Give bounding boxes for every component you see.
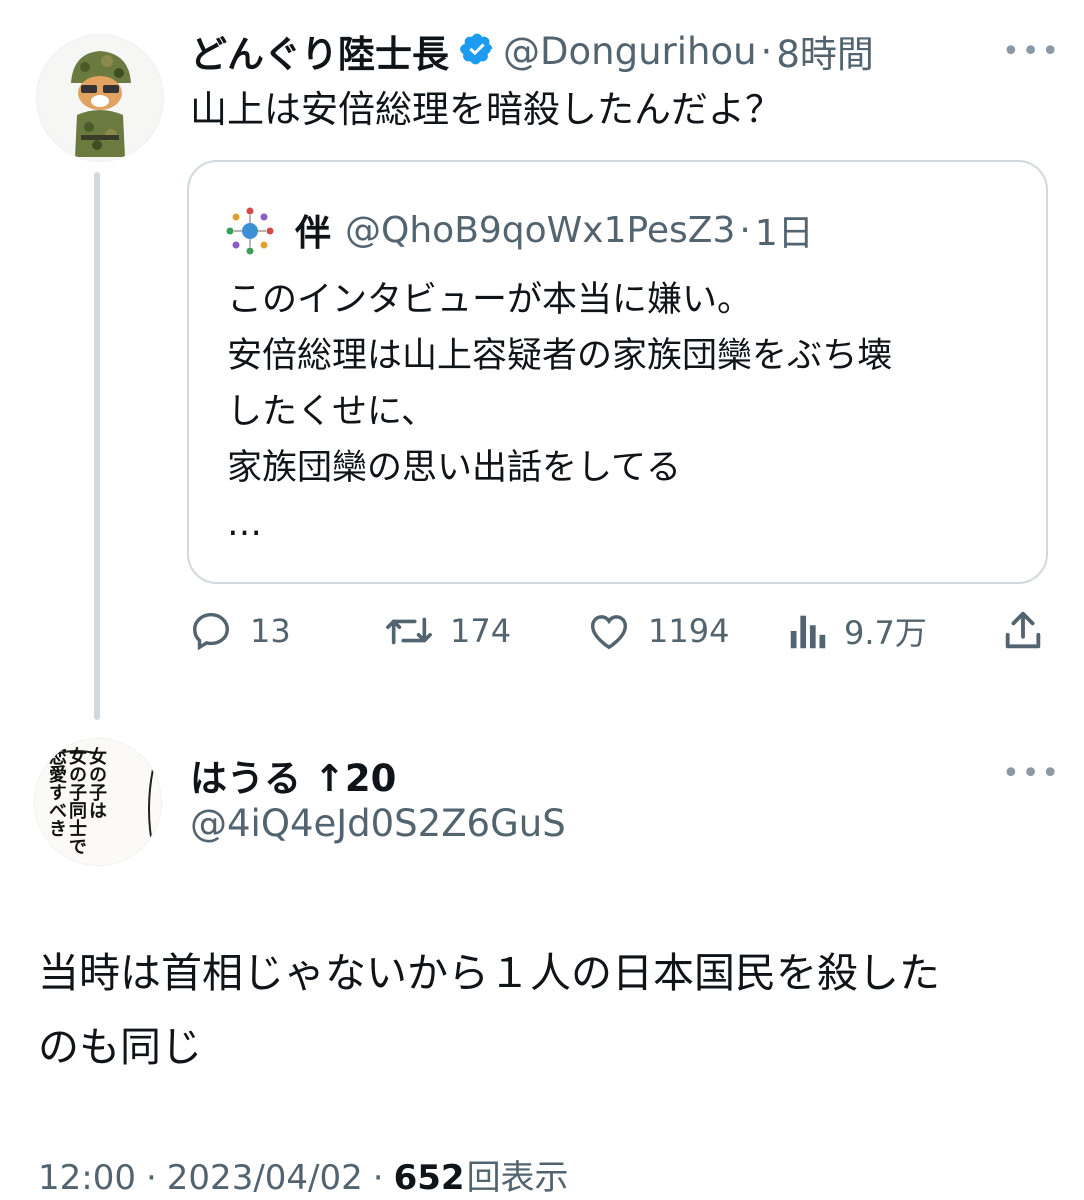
- quoted-display-name[interactable]: 伴: [295, 204, 331, 256]
- reply-more-options-icon[interactable]: •••: [1002, 756, 1061, 791]
- quoted-timestamp[interactable]: 1日: [755, 204, 814, 256]
- separator-dot: ·: [760, 29, 773, 73]
- share-icon: [1005, 611, 1041, 649]
- meta-time[interactable]: 12:00: [38, 1158, 136, 1198]
- reply-display-name[interactable]: はうる ↑20: [190, 748, 396, 802]
- handle[interactable]: @Dongurihou: [503, 30, 757, 73]
- reply-tweet-text: 当時は首相じゃないから１人の日本国民を殺した のも同じ: [38, 936, 1058, 1084]
- soldier-avatar-icon: [37, 35, 163, 161]
- tweet-header: どんぐり陸士長 @Dongurihou · 8時間: [190, 24, 874, 78]
- reply-count: 13: [250, 612, 291, 650]
- people-circle-icon: [226, 207, 274, 255]
- quoted-avatar[interactable]: [225, 206, 275, 256]
- thread-connector-line: [94, 172, 100, 720]
- quoted-handle[interactable]: @QhoB9qoWx1PesZ3: [345, 210, 735, 251]
- share-button[interactable]: [1000, 608, 1046, 654]
- reply-handle[interactable]: @4iQ4eJd0S2Z6GuS: [190, 802, 566, 845]
- retweet-button[interactable]: 174: [384, 608, 511, 654]
- timestamp[interactable]: 8時間: [776, 24, 874, 78]
- views-button[interactable]: 9.7万: [788, 608, 927, 654]
- like-button[interactable]: 1194: [586, 608, 729, 654]
- avatar-caption-line-3: 恋愛すべき: [46, 747, 67, 837]
- retweet-count: 174: [450, 612, 512, 650]
- quoted-separator-dot: ·: [739, 209, 751, 251]
- avatar-caption: 女の子は 女の子同士で 恋愛すべき: [46, 747, 107, 855]
- views-count: 9.7万: [844, 614, 927, 652]
- meta-views-count: 652: [393, 1158, 465, 1198]
- tweet-text: 山上は安倍総理を暗殺したんだよ？: [190, 88, 782, 131]
- reply-icon: [192, 612, 230, 651]
- tweet-meta: 12:00 · 2023/04/02 · 652 回表示: [38, 1150, 569, 1199]
- meta-date[interactable]: 2023/04/02: [167, 1158, 363, 1198]
- heart-icon: [590, 615, 628, 650]
- reply-text-line-2: のも同じ: [38, 1023, 202, 1071]
- avatar-haururu[interactable]: 女の子は 女の子同士で 恋愛すべき: [34, 738, 162, 866]
- display-name[interactable]: どんぐり陸士長: [190, 24, 449, 78]
- quoted-tweet-text: このインタビューが本当に嫌い。 安倍総理は山上容疑者の家族団欒をぶち壊 したくせ…: [227, 280, 893, 544]
- meta-views-label: 回表示: [466, 1158, 569, 1198]
- meta-separator-1: ·: [145, 1158, 157, 1198]
- more-options-icon[interactable]: •••: [1002, 34, 1061, 69]
- meta-separator-2: ·: [372, 1158, 384, 1198]
- like-count: 1194: [648, 612, 730, 650]
- reply-text-line-1: 当時は首相じゃないから１人の日本国民を殺した: [38, 949, 940, 997]
- avatar-dongurihou[interactable]: [36, 34, 164, 162]
- avatar-caption-line-1: 女の子は: [86, 747, 107, 819]
- quoted-header: 伴 @QhoB9qoWx1PesZ3 · 1日: [295, 204, 814, 256]
- verified-badge-icon: [459, 31, 495, 71]
- reply-button[interactable]: 13: [188, 608, 291, 654]
- avatar-caption-line-2: 女の子同士で: [66, 747, 87, 855]
- analytics-icon: [790, 615, 826, 649]
- retweet-icon: [386, 617, 432, 645]
- quoted-tweet-card[interactable]: 伴 @QhoB9qoWx1PesZ3 · 1日 このインタビューが本当に嫌い。 …: [187, 160, 1048, 584]
